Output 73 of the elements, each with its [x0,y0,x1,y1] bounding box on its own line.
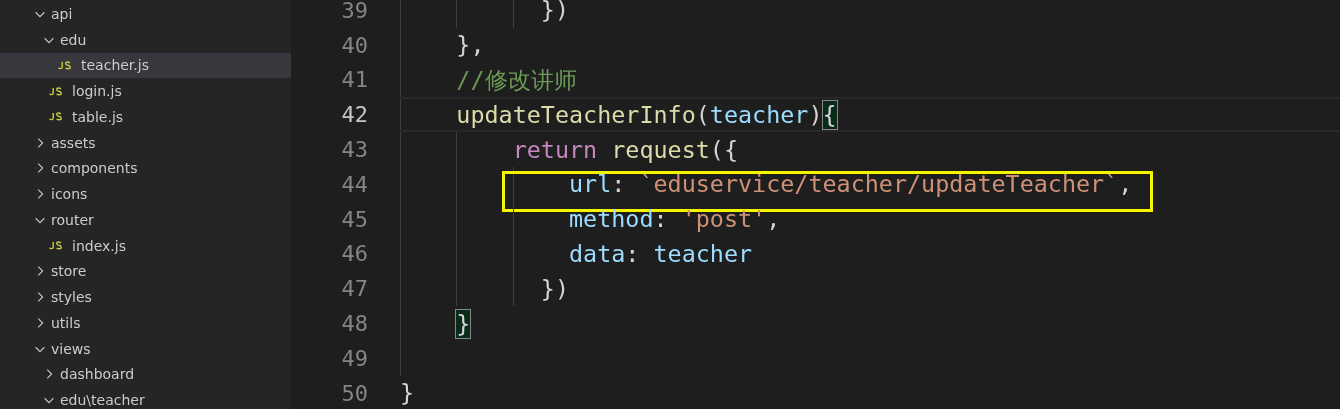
code-token: //修改讲师 [456,65,577,96]
line-number: 43 [340,137,368,163]
javascript-file-icon [49,86,63,96]
tree-item[interactable]: styles [0,284,291,310]
line-number: 46 [340,241,368,267]
line-number: 49 [340,345,368,371]
line-number: 40 [340,32,368,58]
code-token: , [766,205,781,234]
tree-item-label: store [51,263,87,280]
code-token: ({ [709,135,738,164]
tree-item[interactable]: views [0,335,291,362]
line-number: 44 [340,171,368,197]
code-token: : [653,205,669,234]
tree-item[interactable]: store [0,258,291,285]
code-token: , [1118,170,1133,199]
tree-item[interactable]: utils [0,310,291,336]
tree-item-label: edu\teacher [60,392,145,409]
code-token: { [822,100,837,129]
code-token: } [456,309,471,338]
tree-item-label: edu [60,31,87,48]
line-number: 41 [340,67,368,93]
javascript-file-icon [49,112,63,122]
code-token: `eduservice/teacher/updateTeacher` [639,170,1119,199]
tree-item-label: teacher.js [81,57,149,74]
tree-item-label: utils [51,314,81,331]
code-token: : [611,170,627,199]
javascript-file-icon [49,241,63,251]
tree-item-label: assets [51,134,96,151]
tree-item-label: api [51,5,73,22]
code-token: : [625,239,641,268]
code-token: data [569,239,626,268]
line-number: 48 [340,311,368,337]
line-number: 45 [340,206,368,232]
tree-item[interactable]: table.js [0,104,291,130]
tree-item-label: icons [51,186,88,203]
code-token: }, [456,31,485,60]
line-number: 50 [340,380,368,406]
code-token: ( [695,100,710,129]
tree-item[interactable]: edu\teacher [0,387,291,409]
tree-item[interactable]: router [0,207,291,233]
tree-item[interactable]: index.js [0,232,291,259]
line-number: 42 [340,102,368,128]
code-token: ) [808,100,823,129]
tree-item-label: index.js [72,237,126,254]
code-token: teacher [709,100,809,129]
tree-item[interactable]: login.js [0,78,291,104]
code-token: } [400,379,415,408]
line-number: 47 [340,276,368,302]
tree-item-label: dashboard [60,366,135,383]
tree-item[interactable]: edu [0,26,291,53]
code-token: url [569,170,612,199]
code-token: return [512,135,598,164]
tree-item[interactable]: api [0,1,291,27]
tree-item[interactable]: components [0,155,291,182]
tree-item[interactable]: icons [0,181,291,207]
tree-item-label: login.js [72,83,122,100]
code-token: }) [540,0,569,25]
tree-item-label: router [51,211,94,228]
tree-item-label: table.js [72,108,124,125]
code-token: 'post' [681,205,767,234]
line-number: 39 [340,0,368,23]
javascript-file-icon [58,60,72,70]
tree-item-label: components [51,160,138,177]
tree-item-label: views [51,340,91,357]
code-token: method [569,205,654,234]
code-token: updateTeacherInfo [456,100,696,129]
code-token: }) [540,274,569,303]
code-token: teacher [653,239,753,268]
tree-item[interactable]: dashboard [0,361,291,388]
tree-item-label: styles [51,289,92,306]
tree-item[interactable]: teacher.js [0,52,291,79]
tree-item[interactable]: assets [0,129,291,156]
code-token: request [611,135,710,164]
